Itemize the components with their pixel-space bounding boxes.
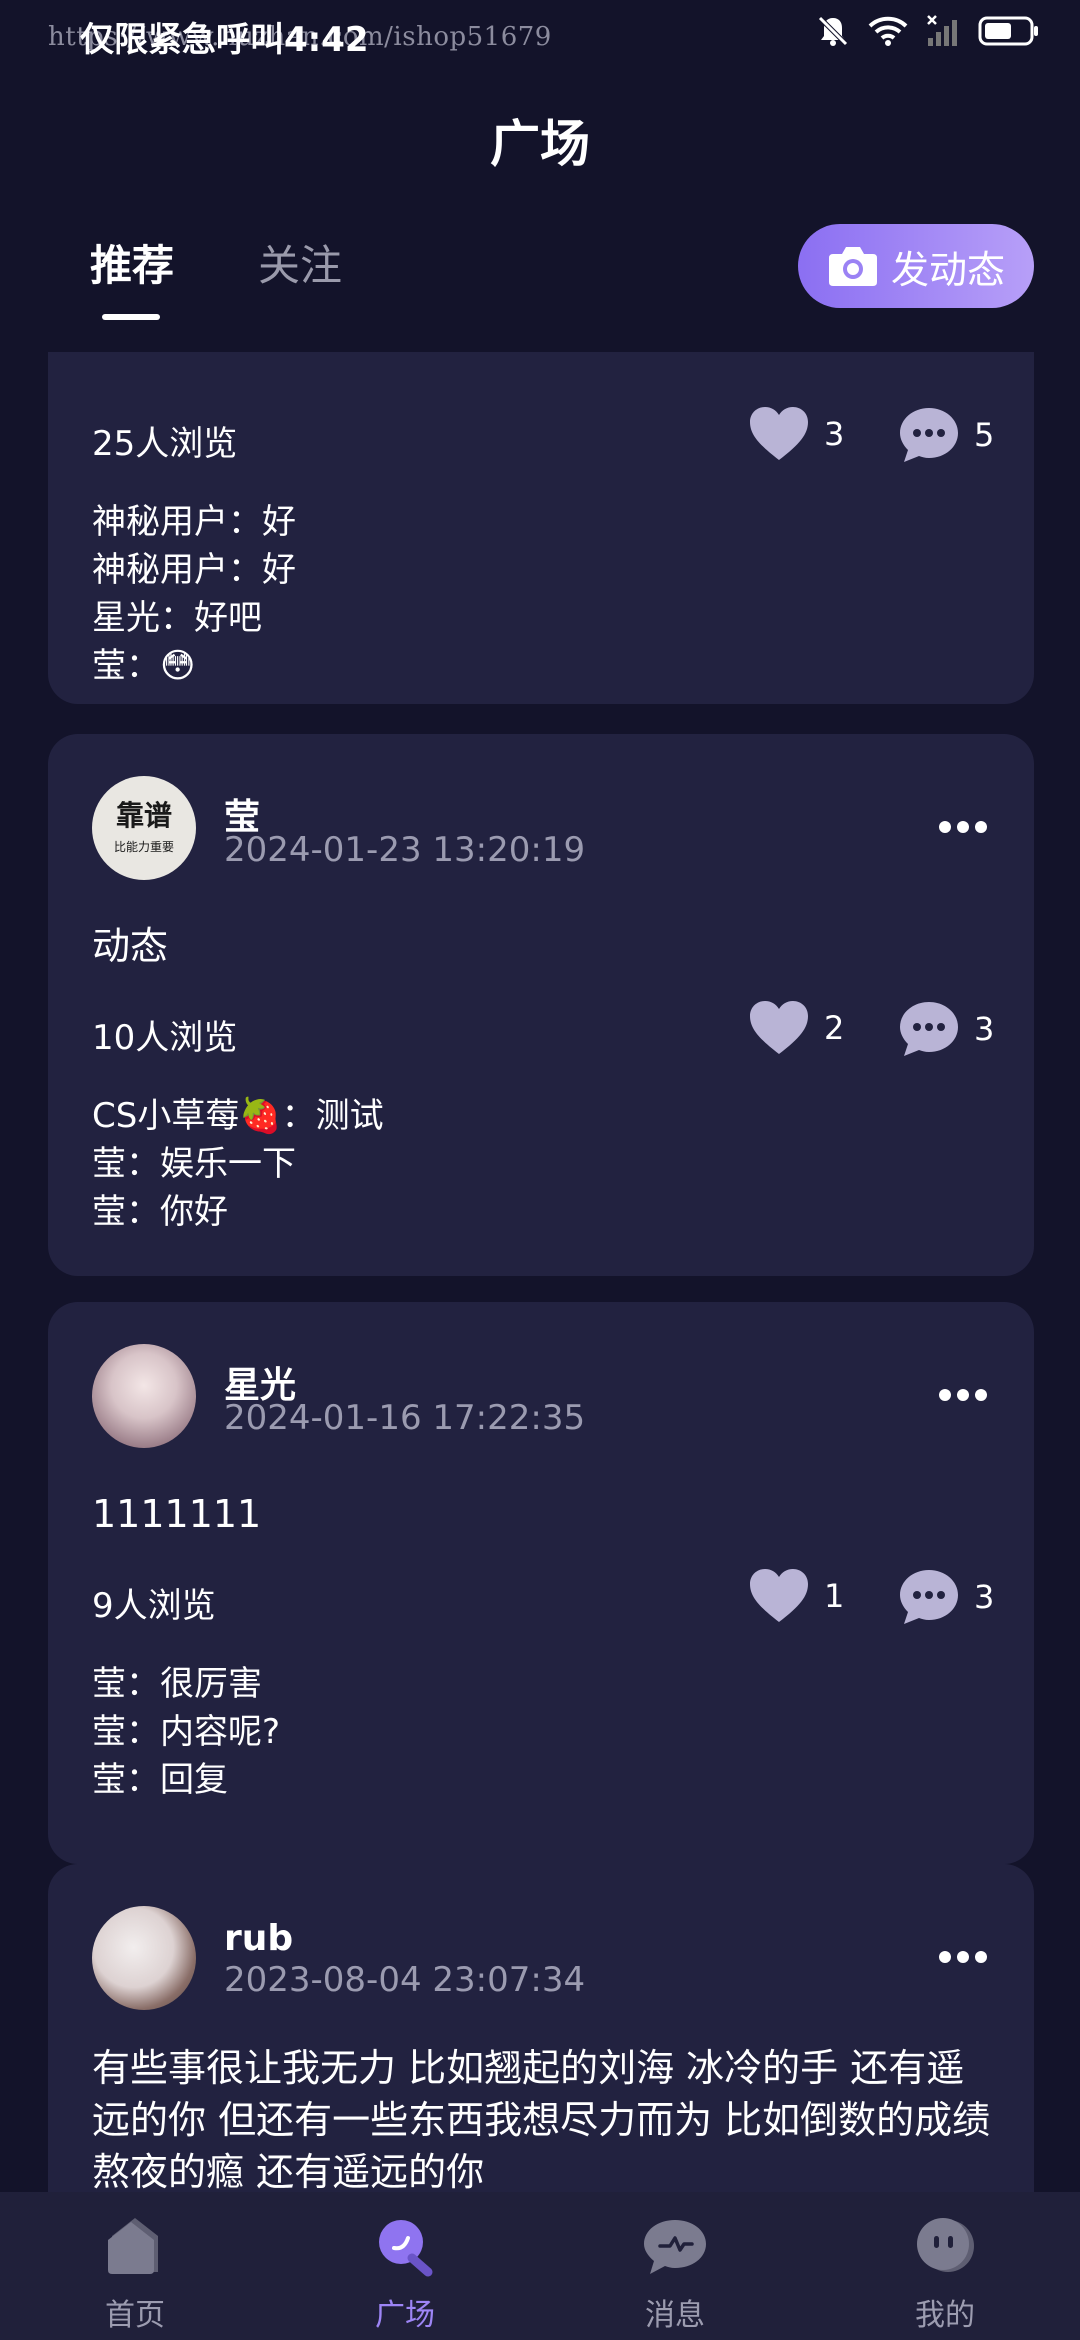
signal-icon [927, 15, 957, 46]
page-title: 广场 [490, 115, 590, 173]
like-count: 3 [824, 415, 845, 453]
nav-label: 广场 [375, 2298, 435, 2333]
nav-messages[interactable]: 消息 [540, 2192, 810, 2340]
comment-list: CS小草莓🍓：测试 莹：娱乐一下 莹：你好 [92, 1092, 384, 1236]
like-count: 1 [824, 1577, 845, 1615]
comment-item: 莹：内容呢? [92, 1712, 281, 1752]
plaza-icon [379, 2220, 433, 2277]
comment-icon [900, 1570, 958, 1624]
avatar-text: 靠谱 [115, 799, 172, 832]
like-count: 2 [824, 1009, 845, 1047]
comment-item: CS小草莓🍓：测试 [92, 1096, 384, 1136]
status-bar: https://www.huzhan.com/ishop51679 仅限紧急呼叫… [0, 0, 1080, 72]
comment-item: 莹：😳 [92, 646, 196, 686]
more-options-icon[interactable] [938, 1950, 988, 1964]
comment-item: 神秘用户：好 [92, 550, 296, 590]
nav-profile[interactable]: 我的 [810, 2192, 1080, 2340]
nav-label: 首页 [105, 2298, 165, 2333]
comment-item: 莹：你好 [92, 1192, 228, 1232]
status-icons [816, 14, 1040, 48]
more-options-icon[interactable] [938, 820, 988, 834]
wifi-icon [868, 16, 908, 46]
avatar[interactable] [92, 1344, 196, 1448]
post-button[interactable]: 发动态 [798, 224, 1034, 308]
nav-label: 消息 [645, 2298, 705, 2333]
post-card[interactable]: 25人浏览 3 5 神秘用户：好 神秘用户：好 星光：好吧 莹：😳 [48, 352, 1034, 704]
tab-follow[interactable]: 关注 [258, 232, 342, 293]
avatar[interactable] [92, 1906, 196, 2010]
like-button[interactable]: 2 [748, 1000, 844, 1056]
view-count: 10人浏览 [92, 1018, 238, 1058]
nav-plaza[interactable]: 广场 [270, 2192, 540, 2340]
post-card[interactable]: 靠谱 比能力重要 莹 2024-01-23 13:20:19 动态 10人浏览 … [48, 734, 1034, 1276]
comment-item: 莹：娱乐一下 [92, 1144, 296, 1184]
like-button[interactable]: 1 [748, 1568, 844, 1624]
comment-icon [900, 1002, 958, 1056]
comment-button[interactable]: 3 [898, 1000, 994, 1058]
comment-button[interactable]: 3 [898, 1568, 994, 1626]
post-content: 有些事很让我无力 比如翘起的刘海 冰冷的手 还有遥远的你 但还有一些东西我想尽力… [92, 2046, 991, 2192]
status-time: 仅限紧急呼叫4:42 [80, 20, 369, 60]
camera-icon [828, 247, 877, 286]
comment-item: 莹：很厉害 [92, 1664, 262, 1704]
like-button[interactable]: 3 [748, 406, 844, 462]
bottom-nav: 首页 广场 消息 我的 [0, 2192, 1080, 2340]
post-card[interactable]: rub 2023-08-04 23:07:34 有些事很让我无力 比如翘起的刘海… [48, 1864, 1034, 2192]
feed-list[interactable]: 25人浏览 3 5 神秘用户：好 神秘用户：好 星光：好吧 莹：😳 靠谱 比能力… [0, 352, 1080, 2192]
tab-recommend[interactable]: 推荐 [90, 232, 174, 293]
post-timestamp: 2024-01-23 13:20:19 [224, 830, 586, 870]
comment-item: 神秘用户：好 [92, 502, 296, 542]
comment-icon [900, 408, 958, 462]
nav-label: 我的 [915, 2298, 975, 2333]
more-options-icon[interactable] [938, 1388, 988, 1402]
nav-home[interactable]: 首页 [0, 2192, 270, 2340]
comment-count: 3 [974, 1010, 995, 1048]
comment-button[interactable]: 5 [898, 406, 994, 464]
heart-icon [750, 407, 808, 460]
comment-item: 莹：回复 [92, 1760, 228, 1800]
view-count: 9人浏览 [92, 1586, 216, 1626]
heart-icon [750, 1001, 808, 1054]
bell-off-icon [818, 16, 848, 46]
post-content: 1111111 [92, 1492, 262, 1536]
post-button-label: 发动态 [890, 247, 1005, 292]
post-content: 动态 [92, 924, 169, 968]
view-count: 25人浏览 [92, 424, 238, 464]
active-tab-indicator [102, 314, 160, 320]
post-timestamp: 2023-08-04 23:07:34 [224, 1960, 586, 2000]
avatar[interactable]: 靠谱 比能力重要 [92, 776, 196, 880]
avatar-subtext: 比能力重要 [113, 840, 174, 854]
battery-icon [978, 16, 1038, 46]
home-icon [108, 2218, 158, 2274]
comment-item: 星光：好吧 [92, 598, 262, 638]
author-name[interactable]: rub [224, 1918, 293, 1959]
comment-count: 5 [974, 416, 995, 454]
comment-list: 神秘用户：好 神秘用户：好 星光：好吧 莹：😳 [92, 498, 296, 690]
message-icon [644, 2220, 706, 2274]
post-card[interactable]: 星光 2024-01-16 17:22:35 1111111 9人浏览 1 3 … [48, 1302, 1034, 1864]
comment-count: 3 [974, 1578, 995, 1616]
post-timestamp: 2024-01-16 17:22:35 [224, 1398, 586, 1438]
heart-icon [750, 1569, 808, 1622]
profile-icon [917, 2218, 974, 2272]
comment-list: 莹：很厉害 莹：内容呢? 莹：回复 [92, 1660, 280, 1804]
